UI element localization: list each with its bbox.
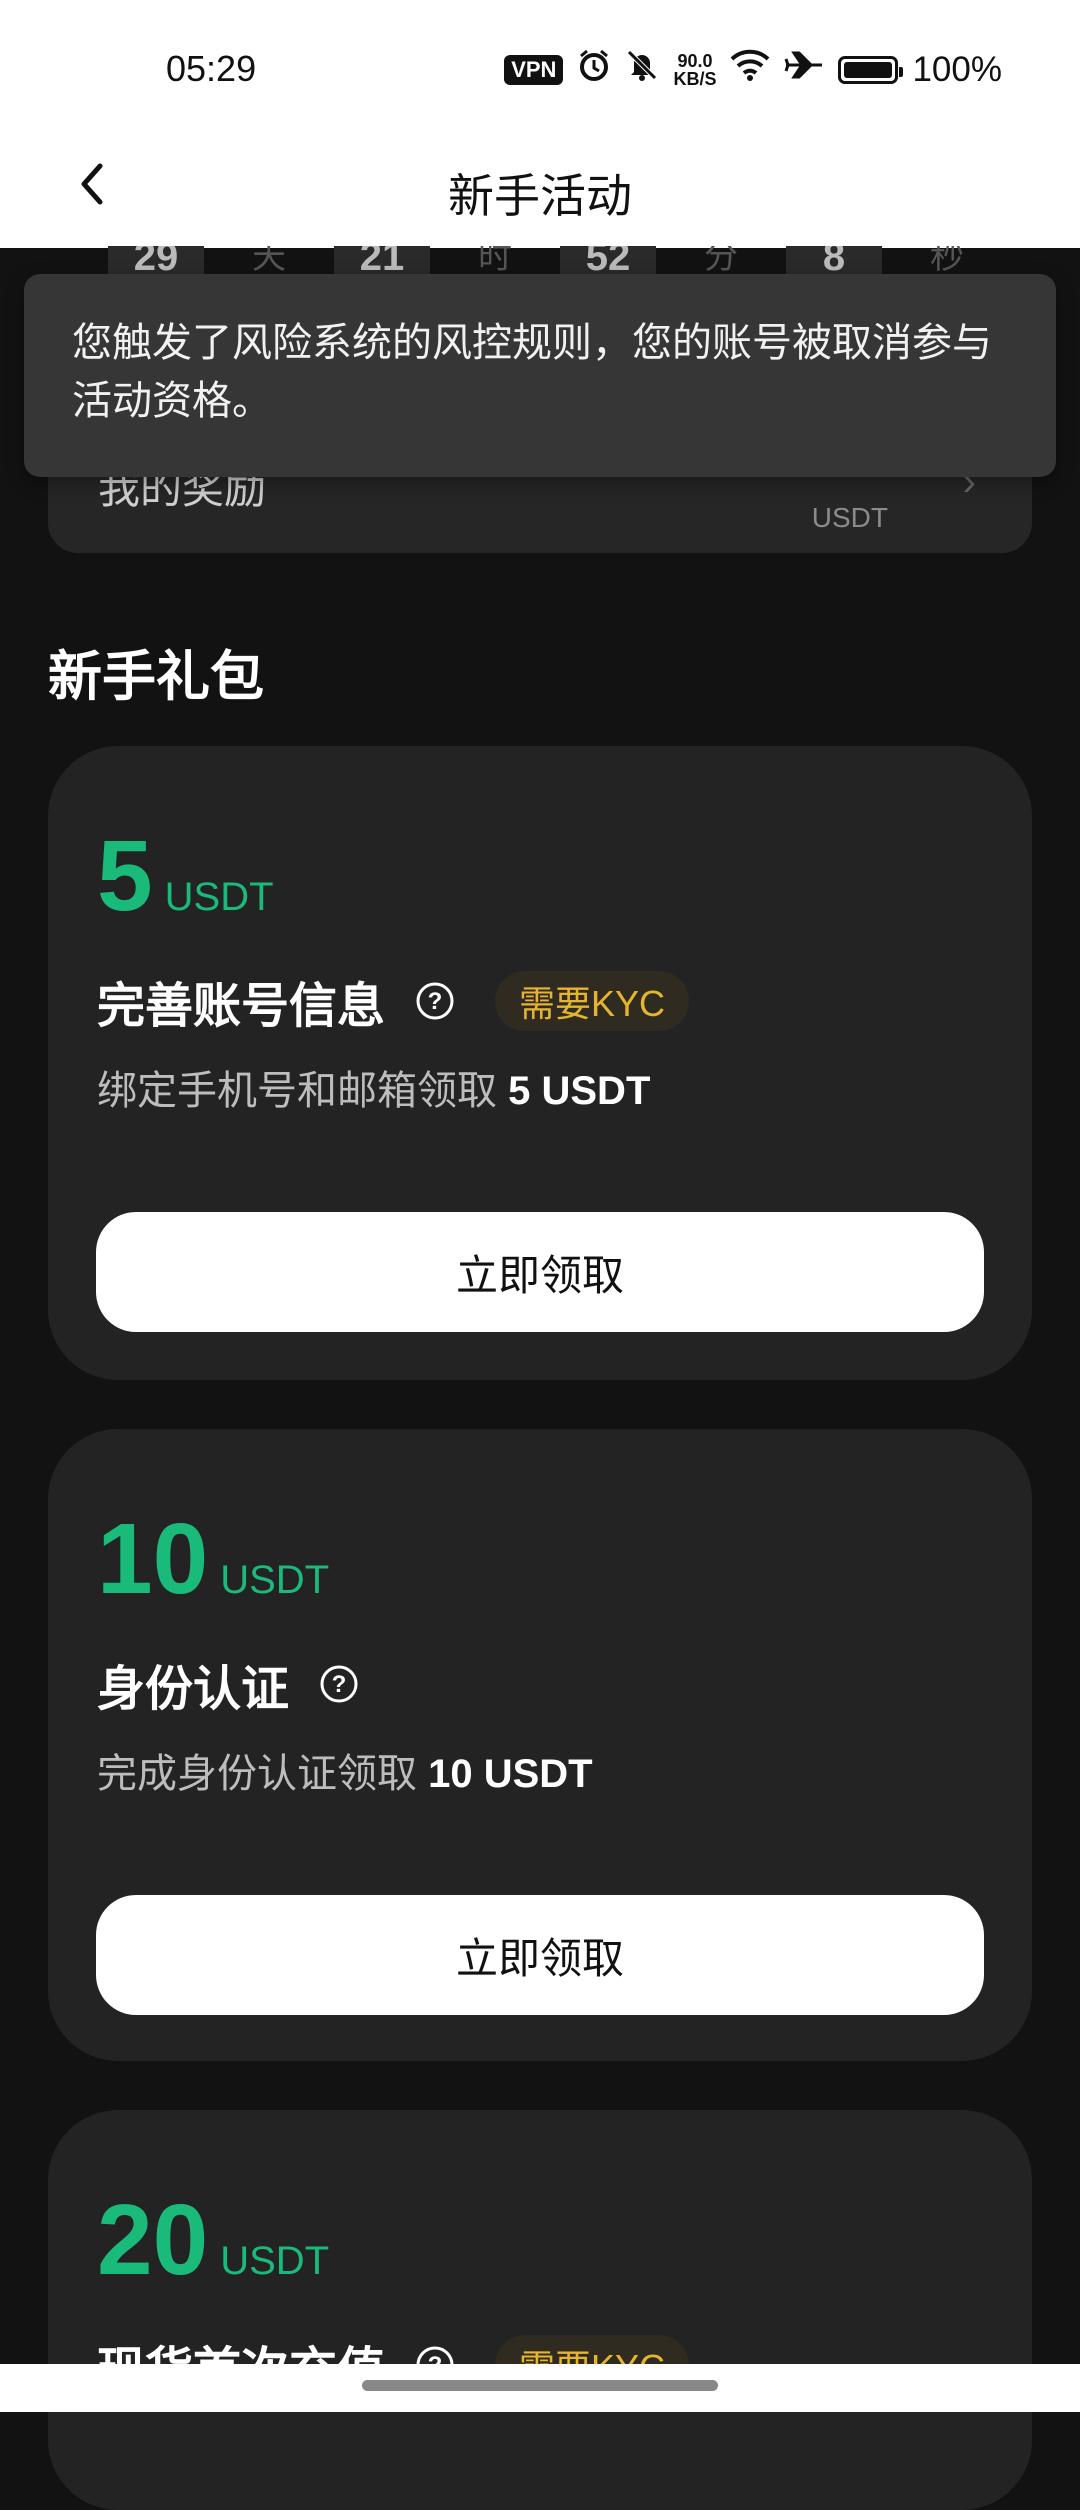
countdown-hours-value: 21 xyxy=(334,246,430,276)
task-description-text: 绑定手机号和邮箱领取 xyxy=(97,1069,509,1113)
task-description-amount: 5 USDT xyxy=(508,1069,651,1113)
home-indicator[interactable] xyxy=(362,2380,718,2391)
reward-amount: 10 USDT xyxy=(97,1509,329,1609)
countdown-minutes-unit: 分 xyxy=(704,246,738,276)
my-rewards-unit: USDT xyxy=(811,502,888,533)
kyc-required-badge: 需要KYC xyxy=(495,971,690,1031)
help-icon[interactable]: ? xyxy=(319,1664,359,1704)
net-speed-unit: KB/S xyxy=(673,68,717,89)
countdown-seconds-unit: 秒 xyxy=(930,246,964,276)
page-title: 新手活动 xyxy=(448,170,632,222)
section-title: 新手礼包 xyxy=(48,647,264,707)
network-speed: 90.0 KB/S xyxy=(673,52,716,88)
countdown-timer: 29 天 21 时 52 分 8 秒 xyxy=(108,246,1012,276)
countdown-days-unit: 天 xyxy=(252,246,286,276)
task-description: 完成身份认证领取 10 USDT xyxy=(97,1741,593,1799)
vpn-icon: VPN xyxy=(504,54,564,85)
reward-amount-value: 20 xyxy=(97,2184,209,2296)
reward-amount: 5 USDT xyxy=(97,826,274,926)
gift-card-identity-verification: 10 USDT 身份认证 ? 完成身份认证领取 10 USDT 立即领取 xyxy=(48,1429,1032,2061)
battery-icon xyxy=(838,55,904,84)
risk-control-toast: 您触发了风险系统的风控规则，您的账号被取消参与活动资格。 xyxy=(24,274,1056,477)
claim-button[interactable]: 立即领取 xyxy=(96,1895,984,2015)
task-description: 绑定手机号和邮箱领取 5 USDT xyxy=(97,1058,650,1116)
toast-message: 您触发了风险系统的风控规则，您的账号被取消参与活动资格。 xyxy=(72,321,992,423)
task-name: 完善账号信息 xyxy=(97,980,386,1033)
battery-percent: 100% xyxy=(912,49,1002,89)
task-header: 完善账号信息 ? 需要KYC xyxy=(97,966,690,1036)
svg-text:?: ? xyxy=(428,988,443,1015)
status-icons: VPN 90.0 KB/S 100% xyxy=(504,48,1002,91)
claim-button[interactable]: 立即领取 xyxy=(96,1212,984,1332)
task-header: 身份认证 ? xyxy=(97,1649,359,1719)
gift-card-account-info: 5 USDT 完善账号信息 ? 需要KYC 绑定手机号和邮箱领取 5 USDT … xyxy=(48,746,1032,1380)
nav-bar: 新手活动 xyxy=(0,130,1080,248)
reward-amount-unit: USDT xyxy=(164,875,274,919)
airplane-icon xyxy=(784,49,824,90)
mute-bell-icon xyxy=(625,48,659,91)
reward-amount-unit: USDT xyxy=(220,2239,330,2283)
task-name: 身份认证 xyxy=(97,1663,290,1716)
wifi-icon xyxy=(730,49,770,90)
status-time: 05:29 xyxy=(166,48,257,89)
countdown-seconds-value: 8 xyxy=(786,246,882,276)
svg-text:?: ? xyxy=(332,1671,347,1698)
reward-amount-value: 10 xyxy=(97,1503,209,1615)
reward-amount: 20 USDT xyxy=(97,2190,329,2290)
task-description-text: 完成身份认证领取 xyxy=(97,1752,429,1796)
help-icon[interactable]: ? xyxy=(415,981,455,1021)
gesture-bar xyxy=(0,2364,1080,2412)
reward-amount-unit: USDT xyxy=(220,1558,330,1602)
reward-amount-value: 5 xyxy=(97,820,153,932)
alarm-icon xyxy=(577,48,611,91)
countdown-hours-unit: 时 xyxy=(478,246,512,276)
status-bar: 05:29 VPN 90.0 KB/S 100% xyxy=(0,0,1080,130)
gift-card-first-deposit: 20 USDT 现货首次充值 ? 需要KYC xyxy=(48,2110,1032,2510)
countdown-minutes-value: 52 xyxy=(560,246,656,276)
task-description-amount: 10 USDT xyxy=(428,1752,593,1796)
net-speed-value: 90.0 xyxy=(677,50,713,71)
countdown-days-value: 29 xyxy=(108,246,204,276)
